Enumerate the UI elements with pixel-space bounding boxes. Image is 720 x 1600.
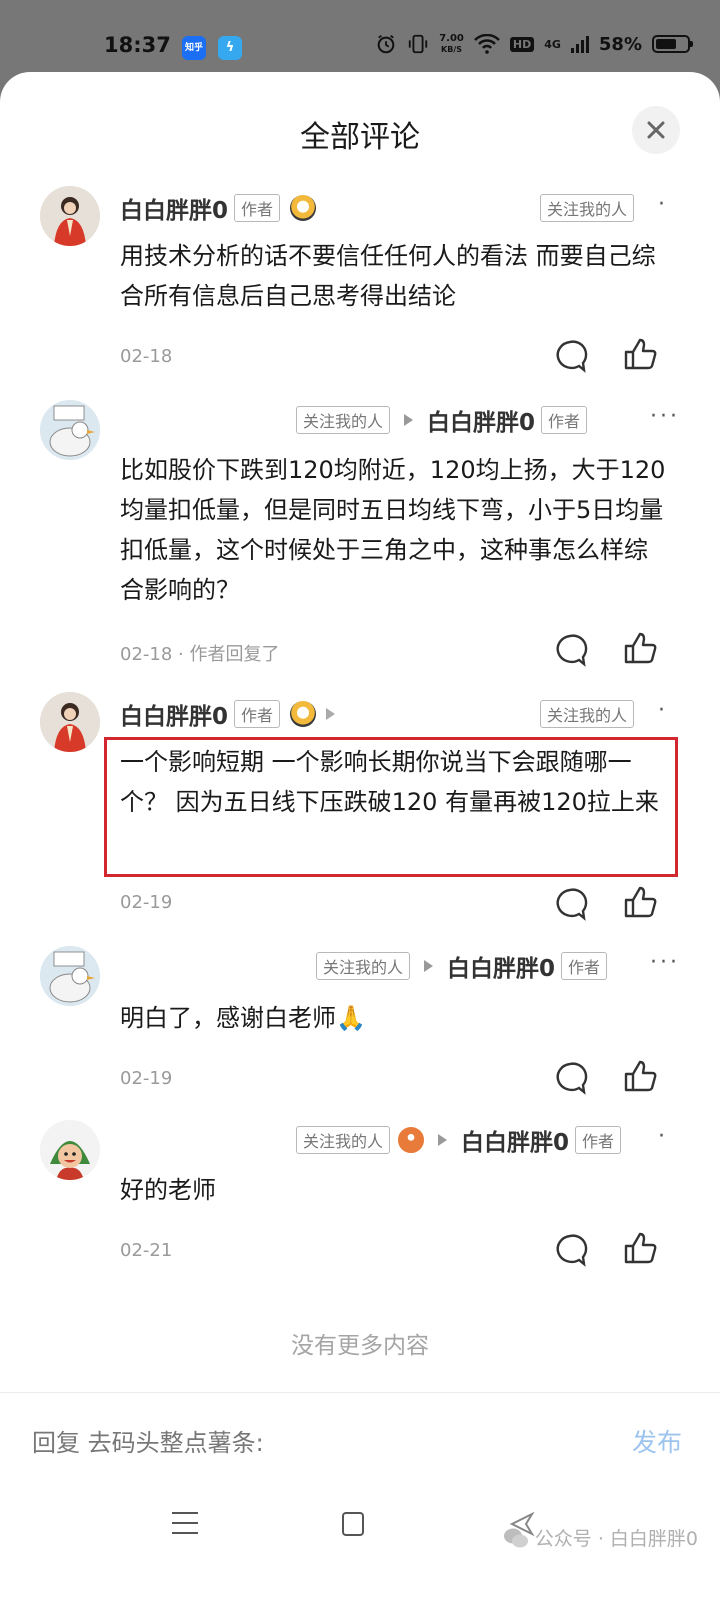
comment-header: 关注我的人 白白胖胖0 作者 — [316, 948, 608, 984]
alarm-icon — [377, 34, 395, 54]
comment-header: 关注我的人 白白胖胖0 作者 — [296, 402, 588, 438]
reply-arrow-icon — [438, 1134, 448, 1146]
comment-meta: 02-18 · 作者回复了 — [120, 640, 279, 666]
highlight-box — [104, 737, 678, 877]
helmet-medal-icon — [290, 701, 317, 727]
battery-icon — [652, 35, 693, 53]
avatar-bird-icon — [40, 400, 100, 460]
author-badge: 作者 — [575, 1126, 622, 1154]
like-thumb-icon[interactable] — [622, 884, 658, 920]
watermark: 公众号 · 白白胖胖0 — [503, 1524, 698, 1551]
wechat-icon — [503, 1528, 528, 1547]
more-options-icon[interactable]: · — [658, 698, 668, 723]
home-icon[interactable] — [342, 1512, 364, 1536]
follow-badge: 关注我的人 — [316, 952, 411, 980]
comment-date: 02-21 — [120, 1240, 173, 1261]
comment-date: 02-18 — [120, 346, 173, 367]
reply-bar: 回复 去码头整点薯条: 发布 — [0, 1392, 720, 1492]
avatar-red-jacket-icon — [40, 186, 100, 246]
avatar[interactable] — [40, 400, 100, 460]
comment-header: 关注我的人 白白胖胖0 作者 — [296, 1122, 622, 1158]
comment-reply-icon[interactable] — [552, 886, 588, 922]
hd-badge: HD — [509, 36, 535, 52]
comment-reply-icon[interactable] — [552, 632, 588, 668]
comment-text: 比如股价下跌到120均附近，120均上扬，大于120均量扣低量，但是同时五日均线… — [120, 456, 666, 604]
network-speed: 7.00 KB/S — [439, 33, 464, 55]
avatar-bird-icon — [40, 946, 100, 1006]
publish-button[interactable]: 发布 — [632, 1423, 682, 1459]
zhihu-app-icon: 知乎 — [182, 36, 206, 60]
comment-text: 用技术分析的话不要信任任何人的看法 而要自己综合所有信息后自己思考得出结论 — [120, 242, 656, 310]
follow-badge: 关注我的人 — [540, 194, 635, 222]
reply-arrow-icon — [326, 708, 336, 720]
author-name[interactable]: 白白胖胖0 — [120, 191, 228, 225]
author-replied-label: · 作者回复了 — [172, 644, 280, 665]
signal-bars-icon — [570, 35, 589, 53]
wifi-icon — [473, 34, 500, 54]
comment-text: 明白了，感谢白老师🙏 — [120, 1004, 366, 1032]
sheet-title: 全部评论 — [300, 120, 420, 155]
comment-date: 02-19 — [120, 892, 173, 913]
author-badge: 作者 — [541, 406, 588, 434]
network-speed-unit: KB/S — [441, 45, 463, 54]
avatar-cartoon-icon — [40, 1120, 100, 1180]
vibrate-icon — [409, 34, 428, 54]
like-thumb-icon[interactable] — [622, 630, 658, 666]
author-name[interactable]: 白白胖胖0 — [120, 697, 228, 731]
signal-label: 4G — [544, 37, 561, 51]
comment-header: 白白胖胖0 作者 — [120, 190, 317, 226]
no-more-content-label: 没有更多内容 — [291, 1333, 429, 1359]
comment-reply-icon[interactable] — [552, 1060, 588, 1096]
comment-text: 好的老师 — [120, 1176, 216, 1204]
comment-date: 02-18 — [120, 644, 173, 665]
battery-percent: 58% — [598, 33, 642, 55]
avatar[interactable] — [40, 692, 100, 752]
reply-input[interactable]: 回复 去码头整点薯条: — [32, 1423, 264, 1458]
comment-date: 02-19 — [120, 1068, 173, 1089]
like-thumb-icon[interactable] — [622, 1058, 658, 1094]
close-icon — [647, 121, 665, 139]
author-badge: 作者 — [234, 194, 281, 222]
comment-reply-icon[interactable] — [552, 338, 588, 374]
comment-reply-icon[interactable] — [552, 1232, 588, 1268]
more-options-icon[interactable]: ··· — [650, 404, 680, 429]
shield-bolt-icon: ϟ — [218, 36, 242, 60]
author-badge: 作者 — [234, 700, 281, 728]
system-nav-bar: 公众号 · 白白胖胖0 — [0, 1492, 720, 1600]
comment-header: 白白胖胖0 作者 — [120, 696, 345, 732]
avatar[interactable] — [40, 186, 100, 246]
recent-apps-icon[interactable] — [172, 1512, 198, 1542]
reply-to-name[interactable]: 白白胖胖0 — [427, 403, 535, 437]
reply-arrow-icon — [404, 414, 414, 426]
author-badge: 作者 — [561, 952, 608, 980]
reply-to-name[interactable]: 白白胖胖0 — [461, 1123, 569, 1157]
follow-badge: 关注我的人 — [296, 1126, 391, 1154]
more-options-icon[interactable]: · — [658, 192, 668, 217]
like-thumb-icon[interactable] — [622, 1230, 658, 1266]
reply-to-name[interactable]: 白白胖胖0 — [447, 949, 555, 983]
like-thumb-icon[interactable] — [622, 336, 658, 372]
user-avatar-badge-icon — [398, 1127, 425, 1153]
watermark-text: 公众号 · 白白胖胖0 — [534, 1528, 698, 1550]
follow-badge: 关注我的人 — [540, 700, 635, 728]
close-button[interactable] — [632, 106, 680, 154]
helmet-medal-icon — [290, 195, 317, 221]
network-speed-value: 7.00 — [439, 33, 464, 44]
status-time: 18:37 — [104, 33, 171, 57]
avatar-red-jacket-icon — [40, 692, 100, 752]
more-options-icon[interactable]: ··· — [650, 950, 680, 975]
status-right-icons: 7.00 KB/S HD 4G 58% — [375, 33, 693, 55]
follow-badge: 关注我的人 — [296, 406, 391, 434]
reply-arrow-icon — [424, 960, 434, 972]
avatar[interactable] — [40, 1120, 100, 1180]
more-options-icon[interactable]: · — [658, 1124, 668, 1149]
avatar[interactable] — [40, 946, 100, 1006]
